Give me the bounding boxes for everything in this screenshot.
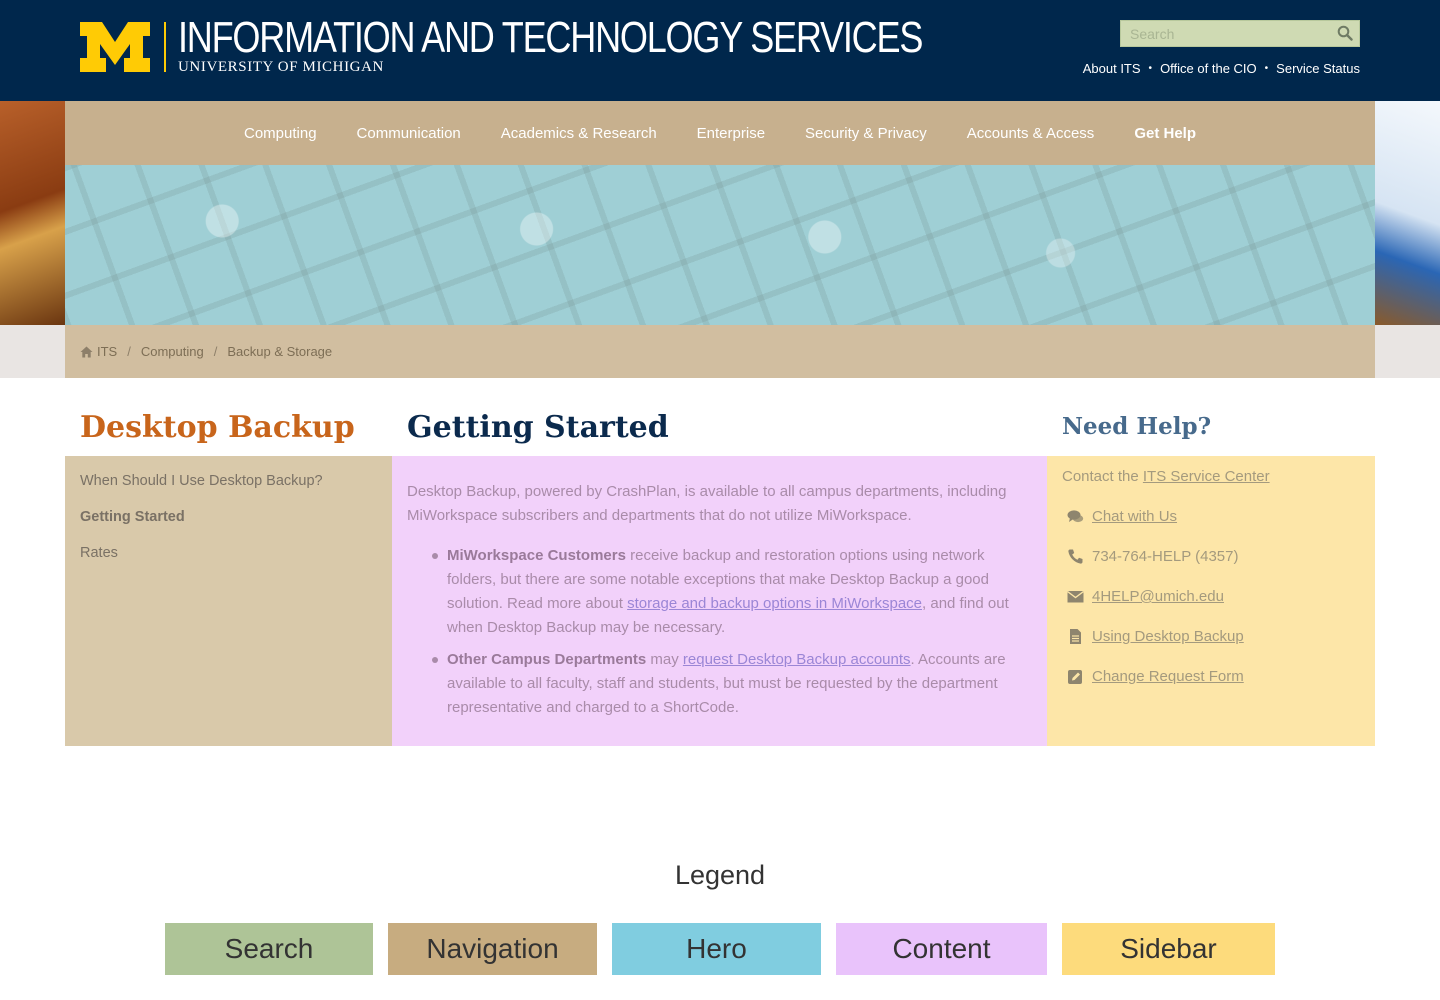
separator-dot: •	[1148, 63, 1153, 74]
sidebar-title: Need Help?	[1062, 413, 1212, 440]
nav-item-communication[interactable]: Communication	[337, 125, 481, 142]
content-list: MiWorkspace Customers receive backup and…	[432, 544, 1032, 728]
utility-links: About ITS • Office of the CIO • Service …	[1083, 61, 1360, 76]
legend-hero: Hero	[612, 923, 821, 975]
legend-title: Legend	[674, 860, 766, 890]
list-item-label: Other Campus Departments	[447, 651, 647, 668]
help-sidebar: Contact the ITS Service Center Chat with…	[1047, 456, 1375, 746]
phone-icon	[1068, 549, 1083, 564]
breadcrumb-its[interactable]: ITS	[97, 344, 117, 359]
breadcrumb: ITS / Computing / Backup & Storage	[65, 325, 1375, 378]
list-item: Other Campus Departments may request Des…	[432, 648, 1032, 720]
hero-image-right-edge	[1375, 101, 1440, 325]
legend-navigation: Navigation	[388, 923, 597, 975]
logo-divider	[164, 22, 166, 72]
office-of-cio-link[interactable]: Office of the CIO	[1160, 61, 1257, 76]
legend-search: Search	[165, 923, 373, 975]
change-request-form-link[interactable]: Change Request Form	[1092, 668, 1244, 685]
hero-image	[65, 165, 1375, 325]
section-nav-getting-started[interactable]: Getting Started	[80, 509, 185, 525]
main-content: Desktop Backup, powered by CrashPlan, is…	[392, 456, 1047, 746]
envelope-icon	[1067, 590, 1084, 603]
contact-line: Contact the ITS Service Center	[1062, 468, 1270, 485]
edit-icon	[1068, 670, 1082, 684]
miworkspace-storage-link[interactable]: storage and backup options in MiWorkspac…	[627, 595, 922, 612]
separator-dot: •	[1264, 63, 1269, 74]
home-icon[interactable]	[80, 346, 93, 358]
nav-item-academics-research[interactable]: Academics & Research	[481, 125, 677, 142]
sidebar-item-chat: Chat with Us	[1067, 508, 1177, 525]
contact-prefix: Contact the	[1062, 468, 1143, 485]
search-box	[1120, 20, 1360, 47]
intro-paragraph: Desktop Backup, powered by CrashPlan, is…	[407, 483, 1007, 524]
sidebar-item-change-request: Change Request Form	[1067, 668, 1244, 685]
search-icon[interactable]	[1337, 25, 1353, 41]
nav-item-computing[interactable]: Computing	[224, 125, 337, 142]
chat-link[interactable]: Chat with Us	[1092, 508, 1177, 525]
service-center-link[interactable]: ITS Service Center	[1143, 468, 1270, 485]
section-title: Desktop Backup	[80, 410, 355, 445]
search-input[interactable]	[1121, 21, 1331, 46]
site-header: INFORMATION AND TECHNOLOGY SERVICES UNIV…	[0, 0, 1440, 101]
sidebar-item-phone: 734-764-HELP (4357)	[1067, 548, 1238, 565]
breadcrumb-separator: /	[127, 344, 131, 359]
list-item: MiWorkspace Customers receive backup and…	[432, 544, 1032, 640]
list-item-text: may	[646, 651, 683, 668]
request-accounts-link[interactable]: request Desktop Backup accounts	[683, 651, 911, 668]
breadcrumb-backup-storage[interactable]: Backup & Storage	[227, 344, 332, 359]
nav-item-accounts-access[interactable]: Accounts & Access	[947, 125, 1115, 142]
page-title: Getting Started	[407, 410, 669, 445]
section-nav-when-to-use[interactable]: When Should I Use Desktop Backup?	[80, 473, 323, 489]
site-title[interactable]: INFORMATION AND TECHNOLOGY SERVICES	[178, 16, 923, 60]
nav-item-security-privacy[interactable]: Security & Privacy	[785, 125, 947, 142]
sidebar-item-email: 4HELP@umich.edu	[1067, 588, 1224, 605]
breadcrumb-computing[interactable]: Computing	[141, 344, 204, 359]
nav-item-get-help[interactable]: Get Help	[1114, 125, 1216, 142]
breadcrumb-separator: /	[213, 344, 218, 359]
about-its-link[interactable]: About ITS	[1083, 61, 1141, 76]
service-status-link[interactable]: Service Status	[1276, 61, 1360, 76]
section-nav-rates[interactable]: Rates	[80, 545, 118, 561]
hero-area: Computing Communication Academics & Rese…	[0, 101, 1440, 325]
chat-icon	[1067, 510, 1084, 523]
nav-item-enterprise[interactable]: Enterprise	[677, 125, 785, 142]
block-m-logo-icon[interactable]	[80, 22, 150, 72]
sidebar-item-document: Using Desktop Backup	[1067, 628, 1244, 645]
legend-sidebar: Sidebar	[1062, 923, 1275, 975]
hero-image-left-edge	[0, 101, 65, 325]
legend-content: Content	[836, 923, 1047, 975]
section-nav: When Should I Use Desktop Backup? Gettin…	[65, 456, 392, 746]
email-link[interactable]: 4HELP@umich.edu	[1092, 588, 1224, 605]
main-nav: Computing Communication Academics & Rese…	[65, 101, 1375, 165]
site-subtitle: UNIVERSITY OF MICHIGAN	[178, 59, 384, 75]
using-desktop-backup-link[interactable]: Using Desktop Backup	[1092, 628, 1244, 645]
document-icon	[1070, 629, 1081, 644]
phone-number: 734-764-HELP (4357)	[1092, 548, 1239, 565]
list-item-label: MiWorkspace Customers	[447, 547, 626, 564]
